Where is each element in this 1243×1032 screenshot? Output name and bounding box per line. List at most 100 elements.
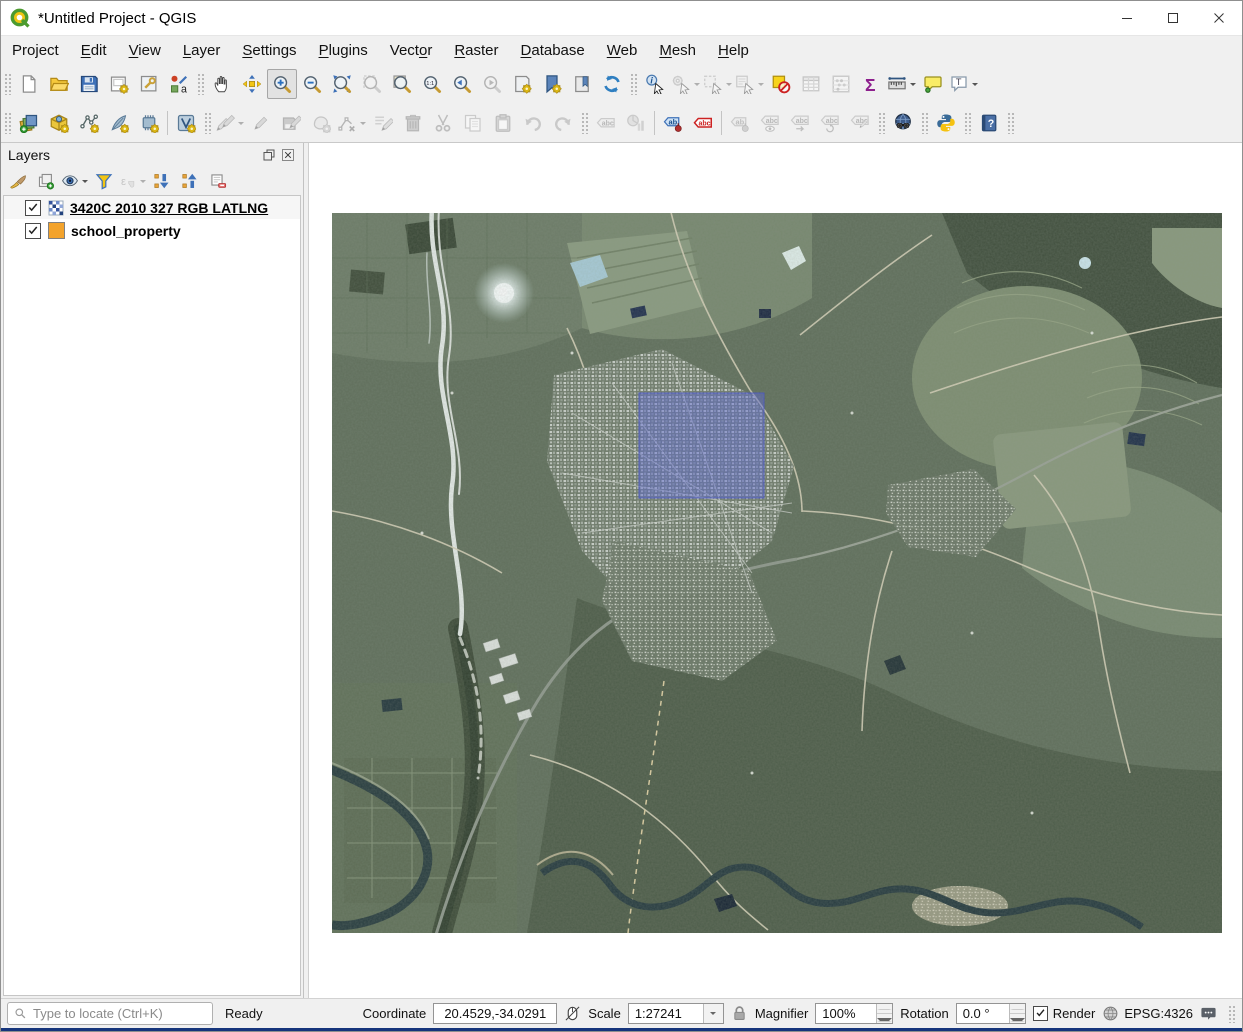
menu-settings[interactable]: Settings — [231, 39, 307, 62]
locator-input[interactable] — [31, 1005, 208, 1022]
toolbar-grip[interactable] — [204, 111, 211, 134]
menu-plugins[interactable]: Plugins — [308, 39, 379, 62]
open-data-source-manager-button[interactable] — [14, 108, 44, 138]
new-spatialite-layer-button[interactable] — [104, 108, 134, 138]
toolbar-grip[interactable] — [1007, 111, 1014, 134]
layer-item-school-property[interactable]: school_property — [4, 219, 300, 242]
new-geopackage-layer-button[interactable] — [44, 108, 74, 138]
metasearch-button[interactable] — [888, 108, 918, 138]
menu-layer[interactable]: Layer — [172, 39, 232, 62]
add-group-button[interactable] — [32, 168, 60, 194]
toolbar-grip[interactable] — [964, 111, 971, 134]
menu-project[interactable]: Project — [1, 39, 70, 62]
maximize-button[interactable] — [1150, 1, 1196, 35]
layer-diagram-options-button[interactable]: abc — [688, 108, 718, 138]
messages-icon[interactable] — [1200, 1005, 1217, 1022]
lock-scale-icon[interactable] — [731, 1005, 748, 1022]
extents-toggle-icon[interactable] — [564, 1005, 581, 1022]
new-shapefile-layer-button[interactable] — [74, 108, 104, 138]
measure-line-button[interactable] — [886, 69, 918, 99]
zoom-to-native-resolution-button[interactable]: 1:1 — [417, 69, 447, 99]
new-spatial-bookmark-button[interactable] — [537, 69, 567, 99]
menu-web[interactable]: Web — [596, 39, 649, 62]
dropdown-arrow-icon[interactable] — [972, 82, 978, 89]
magnifier-spinner[interactable]: 100% — [815, 1003, 894, 1024]
zoom-last-button[interactable] — [447, 69, 477, 99]
menu-vector[interactable]: Vector — [379, 39, 444, 62]
scale-combo[interactable]: 1:27241 — [627, 1003, 724, 1024]
text-annotation-button[interactable]: T — [948, 69, 980, 99]
pan-map-button[interactable] — [207, 69, 237, 99]
show-spatial-bookmarks-button[interactable] — [567, 69, 597, 99]
style-manager-button[interactable]: a — [164, 69, 194, 99]
statistical-summary-button[interactable]: Σ — [856, 69, 886, 99]
new-print-layout-button[interactable] — [104, 69, 134, 99]
collapse-all-button[interactable] — [176, 168, 204, 194]
pan-map-to-selection-button[interactable] — [237, 69, 267, 99]
open-layer-styling-button[interactable] — [4, 168, 32, 194]
dropdown-arrow-icon[interactable] — [82, 179, 88, 186]
render-checkbox[interactable]: Render — [1032, 1006, 1095, 1021]
dropdown-arrow-icon[interactable] — [360, 121, 366, 128]
toolbar-grip[interactable] — [581, 111, 588, 134]
remove-layer-group-button[interactable] — [204, 168, 232, 194]
layer-visibility-checkbox[interactable] — [25, 199, 41, 216]
zoom-full-button[interactable] — [327, 69, 357, 99]
menu-raster[interactable]: Raster — [443, 39, 509, 62]
map-tips-button[interactable] — [918, 69, 948, 99]
resize-grip[interactable] — [1228, 1004, 1236, 1023]
menu-help[interactable]: Help — [707, 39, 760, 62]
dropdown-arrow-icon[interactable] — [694, 82, 700, 89]
expand-all-button[interactable] — [148, 168, 176, 194]
panel-float-icon[interactable] — [261, 147, 277, 163]
spin-up-icon[interactable] — [877, 1004, 893, 1014]
zoom-in-button[interactable] — [267, 68, 297, 99]
menu-view[interactable]: View — [118, 39, 172, 62]
dropdown-arrow-icon[interactable] — [910, 82, 916, 89]
layer-visibility-checkbox[interactable] — [25, 222, 41, 239]
panel-close-icon[interactable] — [280, 147, 296, 163]
identify-features-button[interactable]: i — [640, 69, 670, 99]
filter-legend-button[interactable] — [90, 168, 118, 194]
deselect-features-from-all-layers-button[interactable] — [766, 69, 796, 99]
layer-item-3420c-2010-327-rgb-latlng[interactable]: 3420C 2010 327 RGB LATLNG — [4, 196, 300, 219]
python-console-button[interactable] — [931, 108, 961, 138]
rotation-spinner[interactable]: 0.0 ° — [955, 1003, 1026, 1024]
manage-map-themes-button[interactable] — [60, 168, 90, 194]
close-button[interactable] — [1196, 1, 1242, 35]
open-project-button[interactable] — [44, 69, 74, 99]
dropdown-arrow-icon[interactable] — [238, 121, 244, 128]
minimize-button[interactable] — [1104, 1, 1150, 35]
new-project-button[interactable] — [14, 69, 44, 99]
layer-labeling-options-button[interactable]: ab — [658, 108, 688, 138]
save-project-button[interactable] — [74, 69, 104, 99]
new-mesh-layer-button[interactable] — [134, 108, 164, 138]
toolbar-grip[interactable] — [197, 72, 204, 95]
spin-down-icon[interactable] — [877, 1014, 893, 1023]
refresh-map-button[interactable] — [597, 69, 627, 99]
toolbar-grip[interactable] — [878, 111, 885, 134]
dropdown-arrow-icon[interactable] — [758, 82, 764, 89]
menu-edit[interactable]: Edit — [70, 39, 118, 62]
spin-up-icon[interactable] — [1009, 1004, 1025, 1014]
new-virtual-layer-button[interactable] — [171, 108, 201, 138]
toolbar-grip[interactable] — [4, 111, 11, 134]
zoom-out-button[interactable] — [297, 69, 327, 99]
toolbar-grip[interactable] — [921, 111, 928, 134]
menu-mesh[interactable]: Mesh — [648, 39, 707, 62]
help-contents-button[interactable]: ? — [974, 108, 1004, 138]
new-map-view-button[interactable] — [507, 69, 537, 99]
map-canvas[interactable] — [309, 143, 1242, 998]
scale-dropdown-icon[interactable] — [702, 1004, 723, 1023]
toolbar-grip[interactable] — [630, 72, 637, 95]
crs-status[interactable]: EPSG:4326 — [1102, 1005, 1193, 1022]
menu-database[interactable]: Database — [510, 39, 596, 62]
locator-search[interactable] — [7, 1002, 213, 1025]
spin-down-icon[interactable] — [1009, 1014, 1025, 1023]
coordinate-field[interactable]: 20.4529,-34.0291 — [433, 1003, 558, 1024]
show-layout-manager-button[interactable] — [134, 69, 164, 99]
toolbar-grip[interactable] — [4, 72, 11, 95]
dropdown-arrow-icon[interactable] — [726, 82, 732, 89]
zoom-to-layer-button[interactable] — [387, 69, 417, 99]
dropdown-arrow-icon[interactable] — [140, 179, 146, 186]
